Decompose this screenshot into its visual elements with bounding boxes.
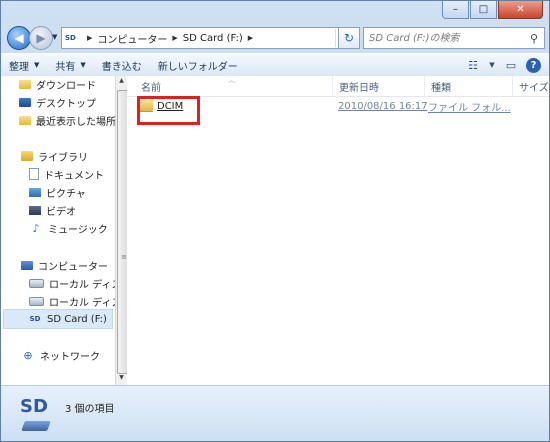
computer-icon <box>21 260 33 270</box>
sidebar-item-local-disk-2[interactable]: ローカル ディスク <box>29 292 115 310</box>
forward-button[interactable]: ▶ <box>29 26 53 50</box>
grip-icon: ≡ <box>121 253 127 261</box>
breadcrumb-sd-card[interactable]: SD Card (F:) <box>183 33 243 44</box>
music-icon: ♪ <box>32 221 40 235</box>
back-button[interactable]: ◀ <box>7 26 31 50</box>
search-box[interactable]: ⚲ <box>363 27 545 49</box>
burn-button[interactable]: 書き込む <box>94 55 150 75</box>
navigation-pane: ダウンロード デスクトップ 最近表示した場所 ライブラリ ドキュメント ピクチャ… <box>1 76 115 385</box>
sidebar-item-label: ピクチャ <box>46 188 86 200</box>
chevron-down-icon[interactable]: ▼ <box>488 56 496 74</box>
caption-buttons: – □ ✕ <box>442 1 543 19</box>
chevron-right-icon[interactable]: ▶ <box>87 34 92 42</box>
column-header-modified[interactable]: 更新日時 <box>333 76 425 96</box>
sidebar-item-videos[interactable]: ビデオ <box>29 201 76 219</box>
sidebar-item-downloads[interactable]: ダウンロード <box>19 76 96 93</box>
sidebar-item-label: ローカル ディスク <box>49 279 115 291</box>
local-disk-icon <box>29 296 44 306</box>
help-icon[interactable]: ? <box>526 57 541 73</box>
breadcrumb-computer[interactable]: コンピューター <box>97 31 167 46</box>
organize-label: 整理 <box>9 61 29 73</box>
breadcrumb: ▶ コンピューター ▶ SD Card (F:) ▶ <box>82 31 258 46</box>
pictures-icon <box>29 187 41 197</box>
maximize-button[interactable]: □ <box>470 1 497 19</box>
card-shape <box>21 421 51 431</box>
sd-card-icon: SD <box>19 396 51 436</box>
downloads-icon <box>19 79 31 89</box>
scroll-down-icon[interactable]: ▼ <box>117 374 126 384</box>
chevron-right-icon[interactable]: ▶ <box>248 34 253 42</box>
share-label: 共有 <box>55 61 76 73</box>
videos-icon <box>29 205 41 215</box>
sidebar-item-label: ネットワーク <box>40 351 100 363</box>
sidebar-item-recent-places[interactable]: 最近表示した場所 <box>19 111 115 129</box>
sd-card-icon: SD <box>65 34 76 42</box>
recent-pages-dropdown-icon[interactable]: ▼ <box>52 33 57 41</box>
sd-card-icon-text: SD <box>20 396 48 417</box>
file-type: ファイル フォル... <box>428 102 511 114</box>
new-folder-button[interactable]: 新しいフォルダー <box>150 55 246 75</box>
sidebar-item-libraries[interactable]: ライブラリ <box>21 147 88 165</box>
share-button[interactable]: 共有 ▼ <box>47 55 93 75</box>
sidebar-item-label: ローカル ディスク <box>49 297 115 309</box>
file-list: 名前 ︿ 更新日時 種類 サイズ DCIM 2010/08/16 16:17 フ… <box>127 76 549 385</box>
sidebar-item-label: ビデオ <box>46 206 76 218</box>
sidebar-item-label: SD Card (F:) <box>47 313 107 325</box>
command-bar: 整理 ▼ 共有 ▼ 書き込む 新しいフォルダー ☷ ▼ ▭ ? <box>1 53 549 77</box>
sort-ascending-icon: ︿ <box>228 76 235 84</box>
sidebar-item-local-disk-1[interactable]: ローカル ディスク <box>29 274 115 292</box>
sidebar-item-label: コンピューター <box>38 261 108 273</box>
folder-icon <box>139 100 153 112</box>
sidebar-item-music[interactable]: ♪ ミュージック <box>29 219 108 237</box>
documents-icon <box>29 168 39 180</box>
sidebar-item-label: デスクトップ <box>36 98 96 110</box>
chevron-right-icon[interactable]: ▶ <box>172 34 177 42</box>
sidebar-item-label: 最近表示した場所 <box>36 116 115 128</box>
minimize-button[interactable]: – <box>442 1 469 19</box>
view-controls: ☷ ▼ ▭ ? <box>464 56 549 74</box>
sidebar-item-network[interactable]: ⊕ ネットワーク <box>21 346 100 364</box>
sidebar-item-label: ドキュメント <box>44 170 104 182</box>
column-header-type[interactable]: 種類 <box>425 76 513 96</box>
address-bar[interactable]: SD ▶ コンピューター ▶ SD Card (F:) ▶ ▼ <box>61 27 351 49</box>
libraries-icon <box>21 151 33 161</box>
sidebar-item-sd-card[interactable]: SD SD Card (F:) <box>3 309 113 329</box>
close-button[interactable]: ✕ <box>498 1 543 19</box>
sidebar-item-documents[interactable]: ドキュメント <box>29 165 104 183</box>
refresh-button[interactable]: ↻ <box>338 27 360 49</box>
chevron-down-icon: ▼ <box>80 61 86 69</box>
organize-button[interactable]: 整理 ▼ <box>1 55 47 75</box>
file-name[interactable]: DCIM <box>157 101 337 112</box>
scroll-up-icon[interactable]: ▲ <box>117 77 126 87</box>
column-header-size[interactable]: サイズ <box>513 76 549 96</box>
explorer-window: – □ ✕ ◀ ▶ ▼ SD ▶ コンピューター ▶ SD Card (F:) … <box>0 0 550 442</box>
sd-card-icon: SD <box>29 315 41 323</box>
navigation-bar: ◀ ▶ ▼ SD ▶ コンピューター ▶ SD Card (F:) ▶ ▼ ↻ … <box>1 23 549 51</box>
preview-pane-icon[interactable]: ▭ <box>502 56 520 74</box>
sidebar-item-label: ミュージック <box>48 224 108 236</box>
sidebar-item-pictures[interactable]: ピクチャ <box>29 183 86 201</box>
sidebar-item-computer[interactable]: コンピューター <box>21 256 108 274</box>
search-icon[interactable]: ⚲ <box>526 32 542 45</box>
recent-places-icon <box>19 115 31 125</box>
network-icon: ⊕ <box>23 348 33 362</box>
view-options-icon[interactable]: ☷ <box>464 56 482 74</box>
column-header-row: 名前 ︿ 更新日時 種類 サイズ <box>127 76 549 97</box>
sidebar-item-label: ライブラリ <box>38 152 88 164</box>
file-modified: 2010/08/16 16:17 <box>338 100 428 112</box>
navigation-pane-scrollbar[interactable]: ▲ ≡ ▼ <box>115 76 128 385</box>
chevron-down-icon: ▼ <box>34 61 40 69</box>
local-disk-icon <box>29 278 44 288</box>
table-row[interactable]: DCIM 2010/08/16 16:17 ファイル フォル... <box>135 96 545 116</box>
details-pane: SD 3 個の項目 <box>1 385 549 441</box>
sidebar-item-label: ダウンロード <box>36 80 96 92</box>
sidebar-item-desktop[interactable]: デスクトップ <box>19 93 96 111</box>
search-input[interactable] <box>364 31 526 45</box>
item-count: 3 個の項目 <box>65 404 115 415</box>
desktop-icon <box>19 97 31 107</box>
